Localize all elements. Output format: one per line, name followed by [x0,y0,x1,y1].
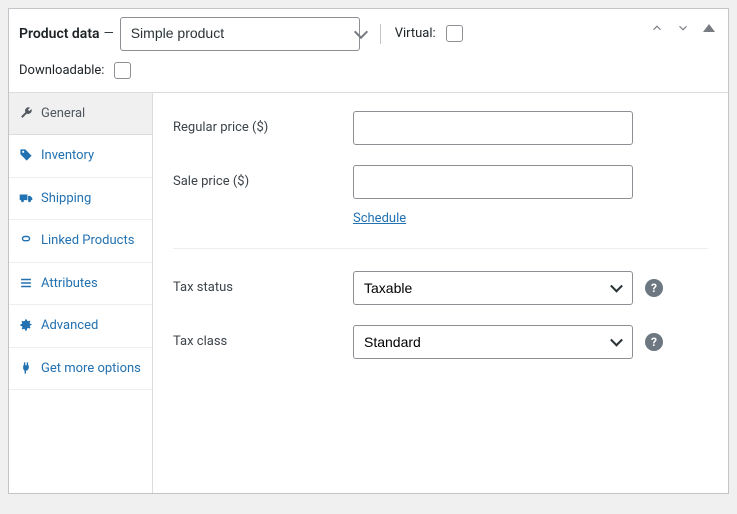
panel-header: Product data — Simple product Virtual: [9,9,728,93]
plug-icon [19,361,33,375]
virtual-checkbox[interactable] [446,25,463,42]
tab-label: Get more options [41,360,141,378]
downloadable-row: Downloadable: [19,59,718,82]
tax-class-label: Tax class [173,334,353,349]
virtual-label-text: Virtual: [395,26,436,41]
product-type-select[interactable]: Simple product [120,17,360,51]
tab-shipping[interactable]: Shipping [9,178,152,221]
list-icon [19,276,33,290]
row-sale-price: Sale price ($) [173,165,708,199]
tab-general[interactable]: General [9,93,152,136]
truck-icon [19,191,33,205]
regular-price-label: Regular price ($) [173,120,353,135]
tab-label: Advanced [41,317,98,335]
product-data-panel: Product data — Simple product Virtual: [8,8,729,494]
row-schedule: Schedule [353,211,708,226]
collapse-panel-icon[interactable] [700,19,718,37]
row-tax-class: Tax class Standard ? [173,325,708,359]
virtual-label[interactable]: Virtual: [395,22,466,45]
panel-body: General Inventory Shipping Linked Produc… [9,93,728,493]
downloadable-label[interactable]: Downloadable: [19,59,134,82]
tag-icon [19,148,33,162]
tab-linked-products[interactable]: Linked Products [9,220,152,263]
tax-status-select-wrap: Taxable [353,271,633,305]
sale-price-input[interactable] [353,165,633,199]
panel-tabs: General Inventory Shipping Linked Produc… [9,93,153,493]
sale-price-label: Sale price ($) [173,174,353,189]
help-icon[interactable]: ? [645,333,663,351]
panel-header-controls [648,19,718,37]
panel-title: Product data [19,26,100,42]
tab-advanced[interactable]: Advanced [9,305,152,348]
downloadable-checkbox[interactable] [114,62,131,79]
tab-label: Inventory [41,147,94,165]
tab-content-general: Regular price ($) Sale price ($) Schedul… [153,93,728,493]
schedule-link[interactable]: Schedule [353,211,406,226]
tab-label: Linked Products [41,232,134,250]
tax-class-select-wrap: Standard [353,325,633,359]
tab-label: General [41,105,85,123]
row-regular-price: Regular price ($) [173,111,708,145]
wrench-icon [19,106,33,120]
regular-price-input[interactable] [353,111,633,145]
downloadable-label-text: Downloadable: [19,63,104,78]
help-icon[interactable]: ? [645,279,663,297]
tax-status-label: Tax status [173,280,353,295]
tab-attributes[interactable]: Attributes [9,263,152,306]
row-tax-status: Tax status Taxable ? [173,271,708,305]
tab-get-more-options[interactable]: Get more options [9,348,152,391]
chevron-down-icon[interactable] [674,19,692,37]
chevron-up-icon[interactable] [648,19,666,37]
tax-status-select[interactable]: Taxable [353,271,633,305]
link-icon [19,233,33,247]
title-separator: — [104,26,114,41]
tab-label: Attributes [41,275,98,293]
tab-inventory[interactable]: Inventory [9,135,152,178]
gear-icon [19,318,33,332]
tax-class-select[interactable]: Standard [353,325,633,359]
vertical-separator [380,24,381,44]
section-divider [173,248,708,249]
tab-label: Shipping [41,190,91,208]
product-type-select-wrap: Simple product [120,17,378,51]
